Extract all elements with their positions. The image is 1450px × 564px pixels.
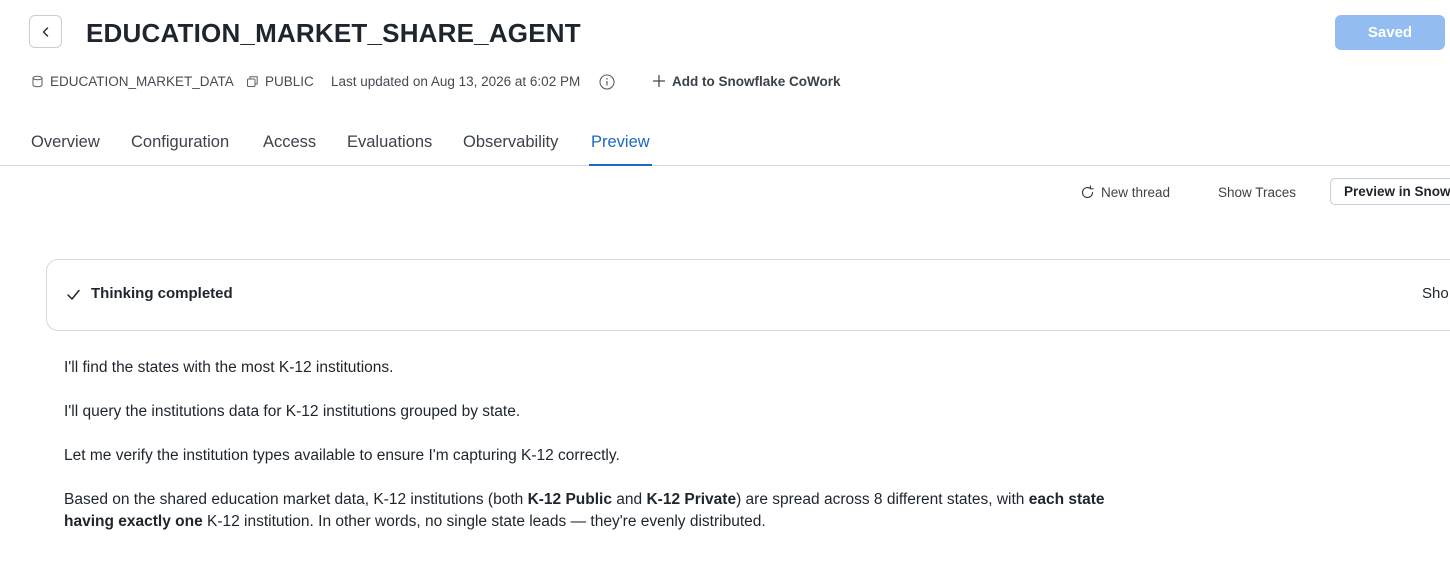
saved-button[interactable]: Saved: [1335, 15, 1445, 50]
plus-icon: [653, 75, 665, 87]
schema-meta: PUBLIC: [246, 72, 314, 90]
response-paragraph: Let me verify the institution types avai…: [64, 447, 620, 464]
summary-text: Based on the shared education market dat…: [64, 491, 528, 508]
show-traces-button[interactable]: Show Traces: [1218, 182, 1296, 202]
check-icon: [67, 289, 80, 300]
database-name: EDUCATION_MARKET_DATA: [50, 73, 234, 89]
add-to-cowork-label: Add to Snowflake CoWork: [672, 73, 841, 89]
tab-bar: Overview Configuration Access Evaluation…: [0, 122, 1450, 166]
schema-icon: [247, 75, 258, 87]
database-meta: EDUCATION_MARKET_DATA: [31, 72, 234, 90]
tab-overview[interactable]: Overview: [31, 122, 100, 164]
preview-in-snowflake-button[interactable]: Preview in Snowf: [1330, 178, 1450, 205]
tab-access[interactable]: Access: [263, 122, 316, 164]
response-paragraph: I'll query the institutions data for K-1…: [64, 403, 521, 420]
tab-observability[interactable]: Observability: [463, 122, 558, 164]
database-icon: [32, 75, 43, 87]
tab-evaluations[interactable]: Evaluations: [347, 122, 432, 164]
new-thread-button[interactable]: New thread: [1080, 182, 1170, 202]
tab-configuration[interactable]: Configuration: [131, 122, 229, 164]
response-paragraph: I'll find the states with the most K-12 …: [64, 359, 394, 376]
new-thread-label: New thread: [1101, 184, 1171, 200]
k12-public-emphasis: K-12 Public: [527, 491, 612, 508]
add-to-cowork-link[interactable]: Add to Snowflake CoWork: [652, 72, 841, 90]
k12-private-emphasis: K-12 Private: [646, 491, 737, 508]
summary-text: ) are spread across 8 different states, …: [736, 491, 1029, 508]
back-button[interactable]: [29, 15, 62, 48]
summary-text: K-12 institution. In other words, no sin…: [202, 513, 766, 530]
page-title: EDUCATION_MARKET_SHARE_AGENT: [86, 18, 581, 48]
show-thinking-toggle[interactable]: Sho: [1422, 285, 1449, 302]
info-icon[interactable]: [599, 73, 621, 91]
chevron-left-icon: [42, 26, 48, 37]
thinking-card[interactable]: [46, 259, 1450, 331]
last-updated: Last updated on Aug 13, 2026 at 6:02 PM: [331, 73, 581, 89]
thinking-status: Thinking completed: [91, 285, 233, 302]
refresh-icon: [1081, 184, 1094, 198]
schema-name: PUBLIC: [265, 73, 314, 89]
summary-text: and: [611, 491, 647, 508]
response-summary: Based on the shared education market dat…: [64, 489, 1124, 533]
tab-preview[interactable]: Preview: [589, 122, 652, 166]
